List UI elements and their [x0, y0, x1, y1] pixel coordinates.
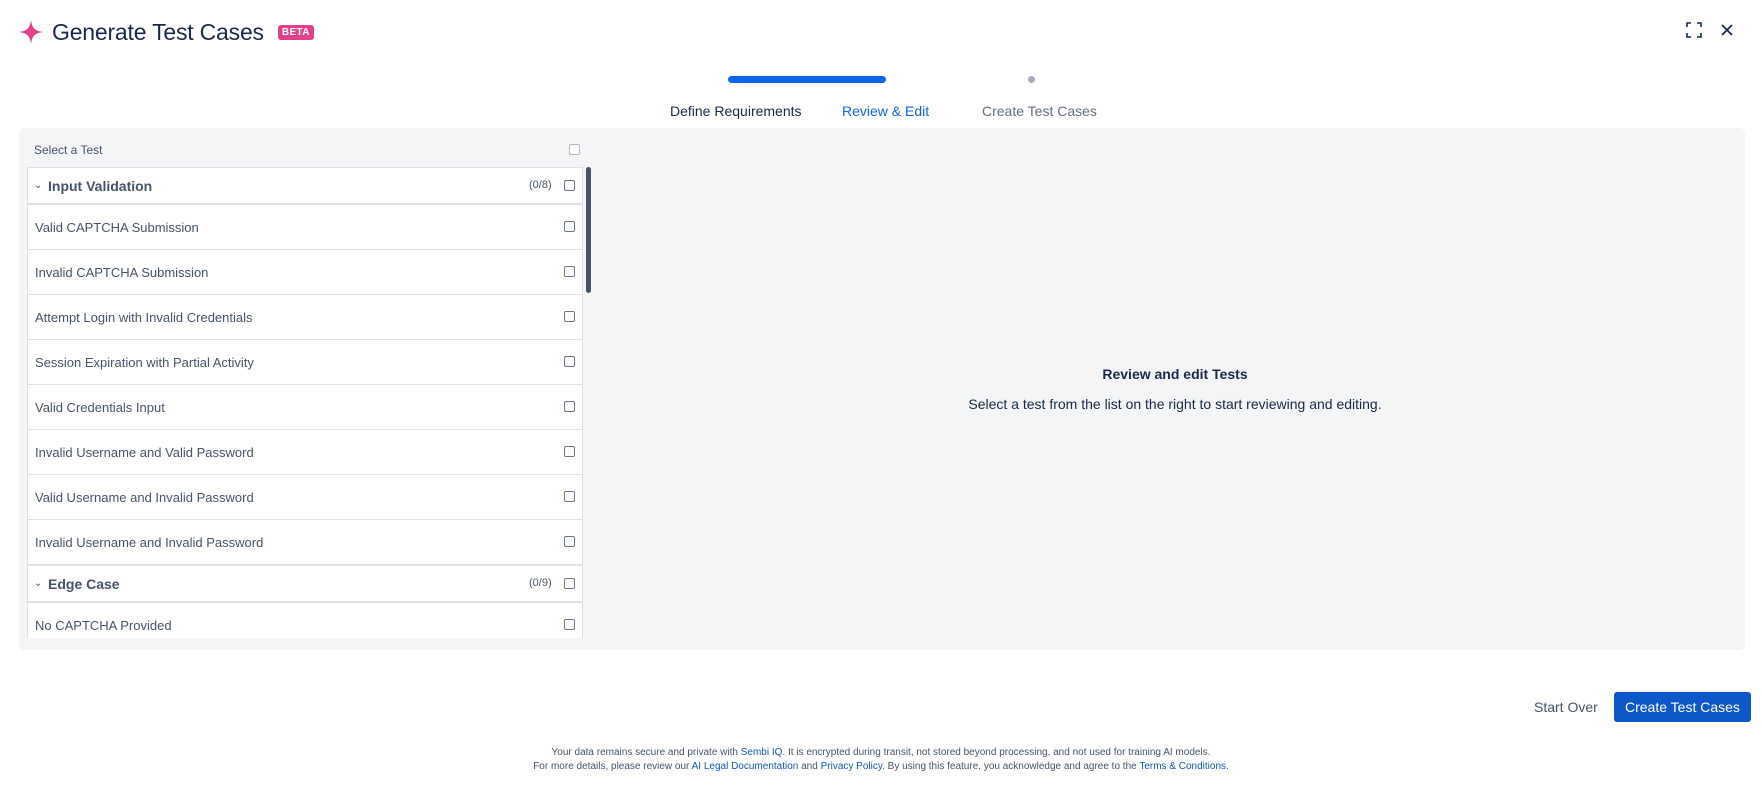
test-name: Invalid Username and Valid Password: [35, 444, 254, 460]
chevron-down-icon[interactable]: ⌄: [34, 578, 46, 589]
select-all-checkbox[interactable]: [569, 144, 580, 155]
group-checkbox[interactable]: [564, 578, 575, 589]
sparkle-icon: [18, 19, 44, 45]
group-name: Input Validation: [48, 177, 153, 194]
footer-line-2: For more details, please review our AI L…: [0, 760, 1762, 774]
group-count: (0/9): [529, 577, 552, 589]
footer-line-1: Your data remains secure and private wit…: [0, 746, 1762, 760]
list-item[interactable]: Invalid CAPTCHA Submission: [27, 250, 583, 295]
test-checkbox[interactable]: [564, 221, 575, 232]
footer-text: Your data remains secure and private wit…: [551, 747, 741, 758]
test-name: Invalid Username and Invalid Password: [35, 534, 264, 550]
group-count: (0/8): [529, 179, 552, 191]
footer-text: . It is encrypted during transit, not st…: [782, 747, 1211, 758]
empty-state-title: Review and edit Tests: [1102, 366, 1248, 382]
list-scrollbar[interactable]: [586, 167, 591, 293]
empty-state: Review and edit Tests Select a test from…: [600, 0, 1750, 803]
test-checkbox[interactable]: [564, 536, 575, 547]
test-list[interactable]: ⌄ Input Validation (0/8) Valid CAPTCHA S…: [27, 167, 583, 638]
footer-text: . By using this feature, you acknowledge…: [882, 761, 1140, 772]
ai-legal-docs-link[interactable]: AI Legal Documentation: [692, 761, 799, 772]
group-header-edge-case[interactable]: ⌄ Edge Case (0/9): [27, 565, 583, 603]
list-item[interactable]: Invalid Username and Valid Password: [27, 430, 583, 475]
footer-text: and: [798, 761, 821, 772]
list-item[interactable]: Invalid Username and Invalid Password: [27, 520, 583, 565]
test-name: Attempt Login with Invalid Credentials: [35, 309, 253, 325]
list-item[interactable]: No CAPTCHA Provided: [27, 603, 583, 638]
test-name: Valid Credentials Input: [35, 399, 165, 415]
select-test-label: Select a Test: [34, 143, 103, 157]
test-checkbox[interactable]: [564, 356, 575, 367]
test-name: No CAPTCHA Provided: [35, 617, 172, 633]
group-header-input-validation[interactable]: ⌄ Input Validation (0/8): [27, 167, 583, 205]
test-checkbox[interactable]: [564, 446, 575, 457]
privacy-footer: Your data remains secure and private wit…: [0, 746, 1762, 774]
test-checkbox[interactable]: [564, 619, 575, 630]
create-test-cases-button[interactable]: Create Test Cases: [1614, 692, 1751, 722]
test-checkbox[interactable]: [564, 401, 575, 412]
list-item[interactable]: Valid CAPTCHA Submission: [27, 205, 583, 250]
start-over-button[interactable]: Start Over: [1520, 692, 1612, 722]
group-name: Edge Case: [48, 575, 120, 592]
empty-state-description: Select a test from the list on the right…: [968, 396, 1382, 412]
test-checkbox[interactable]: [564, 311, 575, 322]
test-checkbox[interactable]: [564, 266, 575, 277]
chevron-down-icon[interactable]: ⌄: [34, 180, 46, 191]
test-name: Invalid CAPTCHA Submission: [35, 264, 209, 280]
test-name: Valid Username and Invalid Password: [35, 489, 254, 505]
dialog-title: Generate Test Cases: [52, 18, 264, 45]
test-name: Valid CAPTCHA Submission: [35, 219, 199, 235]
sembi-iq-link[interactable]: Sembi IQ: [741, 747, 783, 758]
group-checkbox[interactable]: [564, 180, 575, 191]
footer-text: For more details, please review our: [533, 761, 692, 772]
dialog-header: Generate Test Cases BETA: [18, 14, 314, 50]
list-item[interactable]: Attempt Login with Invalid Credentials: [27, 295, 583, 340]
list-item[interactable]: Session Expiration with Partial Activity: [27, 340, 583, 385]
test-name: Session Expiration with Partial Activity: [35, 354, 254, 370]
privacy-policy-link[interactable]: Privacy Policy: [821, 761, 883, 772]
list-item[interactable]: Valid Credentials Input: [27, 385, 583, 430]
list-item[interactable]: Valid Username and Invalid Password: [27, 475, 583, 520]
beta-badge: BETA: [277, 24, 314, 40]
footer-text: .: [1226, 761, 1229, 772]
terms-link[interactable]: Terms & Conditions: [1139, 761, 1226, 772]
test-checkbox[interactable]: [564, 491, 575, 502]
